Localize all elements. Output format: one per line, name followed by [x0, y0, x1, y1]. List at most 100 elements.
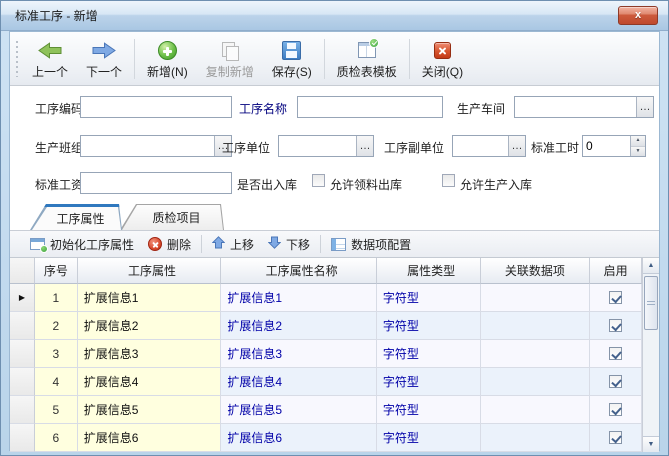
copy-new-button-label: 复制新增 [206, 63, 254, 80]
column-header-type[interactable]: 属性类型 [377, 258, 481, 284]
save-icon [282, 39, 301, 61]
seq-cell[interactable]: 2 [35, 312, 78, 340]
column-header-linked[interactable]: 关联数据项 [481, 258, 591, 284]
column-header-attr[interactable]: 工序属性 [78, 258, 222, 284]
copy-new-button[interactable]: 复制新增 [197, 35, 263, 83]
process-name-input[interactable] [298, 97, 442, 117]
seq-cell[interactable]: 5 [35, 396, 78, 424]
enabled-checkbox[interactable] [609, 319, 622, 332]
enabled-checkbox[interactable] [609, 347, 622, 360]
window-close-button[interactable]: x [618, 6, 658, 25]
allow-material-out-checkbox[interactable] [312, 174, 325, 187]
std-hours-spinner: ▲ ▼ [582, 135, 646, 157]
delete-label: 删除 [167, 236, 191, 253]
name-cell[interactable]: 扩展信息2 [221, 312, 377, 340]
copy-icon [220, 39, 240, 61]
move-up-button[interactable]: 上移 [205, 233, 261, 256]
std-wage-input[interactable] [81, 173, 231, 193]
table-row[interactable]: 5 扩展信息5 扩展信息5 字符型 [10, 396, 642, 424]
type-cell[interactable]: 字符型 [377, 396, 481, 424]
unit-label: 工序单位 [222, 139, 270, 156]
table-row[interactable]: 3 扩展信息3 扩展信息3 字符型 [10, 340, 642, 368]
new-button-label: 新增(N) [147, 63, 188, 80]
table-row[interactable]: ▶ 1 扩展信息1 扩展信息1 字符型 [10, 284, 642, 312]
attr-cell[interactable]: 扩展信息5 [78, 396, 222, 424]
name-cell[interactable]: 扩展信息3 [221, 340, 377, 368]
std-hours-input[interactable] [583, 136, 630, 156]
process-code-field [80, 96, 232, 118]
add-icon [158, 39, 177, 61]
attr-cell[interactable]: 扩展信息4 [78, 368, 222, 396]
seq-cell[interactable]: 6 [35, 424, 78, 452]
enabled-checkbox[interactable] [609, 375, 622, 388]
title-bar[interactable]: 标准工序 - 新增 x [1, 1, 668, 31]
sub-unit-lookup-button[interactable]: … [508, 136, 525, 156]
name-cell[interactable]: 扩展信息1 [221, 284, 377, 312]
type-cell[interactable]: 字符型 [377, 284, 481, 312]
linked-cell[interactable] [481, 312, 591, 340]
workshop-lookup-button[interactable]: … [636, 97, 653, 117]
close-button[interactable]: 关闭(Q) [413, 35, 472, 83]
enabled-checkbox[interactable] [609, 431, 622, 444]
save-button[interactable]: 保存(S) [263, 35, 321, 83]
data-config-button[interactable]: 数据项配置 [324, 233, 418, 256]
attr-cell[interactable]: 扩展信息3 [78, 340, 222, 368]
enabled-checkbox[interactable] [609, 403, 622, 416]
new-button[interactable]: 新增(N) [138, 35, 197, 83]
prev-button[interactable]: 上一个 [23, 35, 77, 83]
current-row-indicator: ▶ [19, 293, 25, 302]
type-cell[interactable]: 字符型 [377, 312, 481, 340]
close-icon [434, 39, 451, 61]
delete-button[interactable]: 删除 [141, 233, 198, 256]
scroll-thumb[interactable] [644, 276, 658, 330]
workshop-input[interactable] [515, 97, 636, 117]
seq-cell[interactable]: 3 [35, 340, 78, 368]
linked-cell[interactable] [481, 368, 591, 396]
column-header-name[interactable]: 工序属性名称 [221, 258, 377, 284]
team-input[interactable] [81, 136, 214, 156]
table-row[interactable]: 2 扩展信息2 扩展信息2 字符型 [10, 312, 642, 340]
column-header-enabled[interactable]: 启用 [590, 258, 642, 284]
seq-cell[interactable]: 1 [35, 284, 78, 312]
spin-up-button[interactable]: ▲ [631, 136, 645, 147]
qc-template-button[interactable]: 质检表模板 [328, 35, 406, 83]
enabled-checkbox[interactable] [609, 291, 622, 304]
scroll-up-button[interactable]: ▲ [643, 258, 659, 274]
move-down-button[interactable]: 下移 [261, 233, 317, 256]
name-cell[interactable]: 扩展信息5 [221, 396, 377, 424]
unit-lookup-button[interactable]: … [356, 136, 373, 156]
linked-cell[interactable] [481, 424, 591, 452]
main-toolbar: 上一个 下一个 新增(N) 复制新增 保存(S) [10, 32, 659, 86]
column-header-seq[interactable]: 序号 [35, 258, 78, 284]
type-cell[interactable]: 字符型 [377, 340, 481, 368]
allow-production-in-checkbox[interactable] [442, 174, 455, 187]
grid-toolbar-separator [320, 235, 321, 253]
sub-unit-input[interactable] [453, 136, 508, 156]
name-cell[interactable]: 扩展信息4 [221, 368, 377, 396]
table-row[interactable]: 4 扩展信息4 扩展信息4 字符型 [10, 368, 642, 396]
tab-qc-items-label: 质检项目 [152, 209, 200, 226]
unit-input[interactable] [279, 136, 356, 156]
name-cell[interactable]: 扩展信息6 [221, 424, 377, 452]
attr-cell[interactable]: 扩展信息1 [78, 284, 222, 312]
tab-process-attributes[interactable]: 工序属性 [30, 204, 122, 230]
allow-material-out-label: 允许领料出库 [330, 176, 402, 193]
table-row[interactable]: 6 扩展信息6 扩展信息6 字符型 [10, 424, 642, 452]
seq-cell[interactable]: 4 [35, 368, 78, 396]
linked-cell[interactable] [481, 284, 591, 312]
row-indicator-cell [10, 340, 35, 368]
linked-cell[interactable] [481, 340, 591, 368]
tab-qc-items[interactable]: 质检项目 [120, 204, 224, 230]
attr-cell[interactable]: 扩展信息2 [78, 312, 222, 340]
grid-scrollbar[interactable]: ▲ ▼ [642, 258, 659, 452]
type-cell[interactable]: 字符型 [377, 424, 481, 452]
next-button[interactable]: 下一个 [77, 35, 131, 83]
process-code-input[interactable] [81, 97, 231, 117]
scroll-down-button[interactable]: ▼ [643, 436, 659, 452]
init-attributes-button[interactable]: 初始化工序属性 [23, 233, 141, 256]
linked-cell[interactable] [481, 396, 591, 424]
type-cell[interactable]: 字符型 [377, 368, 481, 396]
attr-cell[interactable]: 扩展信息6 [78, 424, 222, 452]
arrow-down-icon [268, 236, 281, 252]
spin-down-button[interactable]: ▼ [631, 147, 645, 157]
